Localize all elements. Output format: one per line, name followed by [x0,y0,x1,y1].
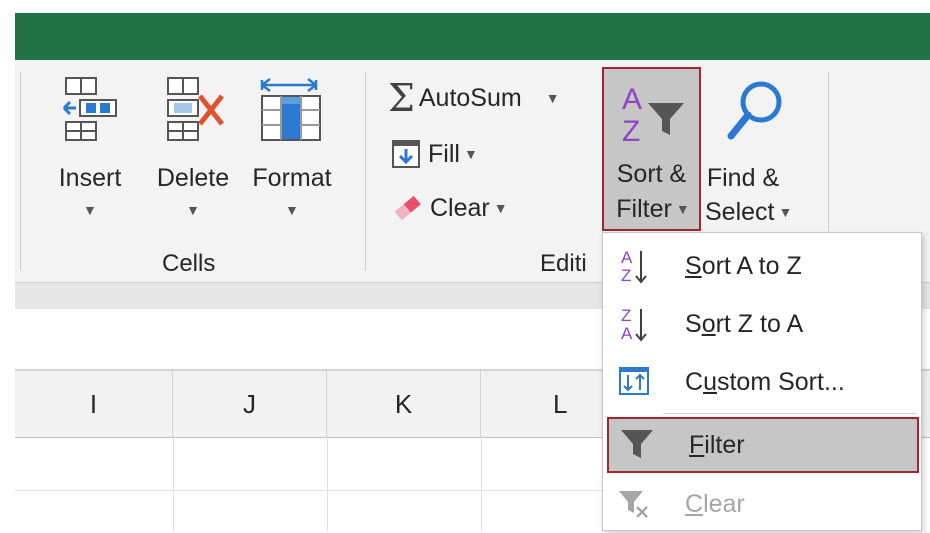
menu-item-label: Sort A to Z [685,251,802,280]
chevron-down-icon: ▼ [83,202,97,218]
insert-button[interactable]: Insert ▼ [48,72,132,232]
group-separator [365,72,366,270]
svg-text:A: A [621,324,633,343]
sort-filter-label-line1: Sort & [616,160,687,188]
fill-label: Fill [428,139,460,168]
eraser-icon [392,193,422,223]
insert-cells-icon [58,74,122,144]
sort-filter-label-line2: Filter [616,195,672,223]
column-header-i[interactable]: I [15,371,173,437]
chevron-down-icon: ▼ [675,201,690,217]
menu-item-filter[interactable]: Filter [607,417,919,473]
filter-icon [609,416,665,474]
sigma-icon: Σ [388,76,415,120]
grid-column-line [327,436,328,531]
find-select-button[interactable]: Find & Select ▼ [703,72,813,232]
svg-text:A: A [622,83,642,116]
find-select-label-row2: Select ▼ [705,197,792,227]
custom-sort-icon [603,353,663,411]
sort-a-to-z-icon: A Z [603,237,663,295]
format-label: Format [252,164,332,192]
grid-column-line [481,436,482,531]
insert-label: Insert [58,164,122,192]
menu-item-label: Clear [685,489,745,518]
cells-group-label: Cells [162,250,216,277]
svg-text:Z: Z [621,306,631,325]
title-bar [15,13,930,60]
column-header-k[interactable]: K [327,371,481,437]
svg-text:A: A [621,248,633,267]
chevron-down-icon: ▼ [778,204,793,220]
fill-button[interactable]: Fill ▼ [392,134,478,174]
menu-item-label: Sort Z to A [685,309,804,338]
svg-text:Z: Z [621,266,631,285]
format-button[interactable]: Format ▼ [244,72,340,232]
format-cells-icon [258,74,328,146]
delete-button[interactable]: Delete ▼ [146,72,240,232]
clear-filter-icon [603,475,663,533]
menu-item-label: Filter [689,430,745,459]
group-separator [20,72,21,270]
menu-item-label: Custom Sort... [685,367,845,396]
sort-filter-label-row2: Filter ▼ [608,194,698,224]
find-select-label-line2: Select [705,198,775,226]
find-select-label-line1: Find & [706,164,780,192]
editing-group-label: Editi [540,250,587,277]
chevron-down-icon: ▼ [463,146,478,162]
fill-down-icon [392,140,420,168]
menu-item-clear[interactable]: Clear [603,475,921,533]
sort-filter-icon: A Z [620,81,686,149]
chevron-down-icon: ▼ [285,202,299,218]
chevron-down-icon: ▼ [545,90,560,106]
menu-item-sort-z-to-a[interactable]: Z A Sort Z to A [603,295,921,353]
svg-text:Z: Z [622,115,640,148]
chevron-down-icon: ▼ [186,202,200,218]
sort-filter-button[interactable]: A Z Sort & Filter ▼ [602,67,701,231]
chevron-down-icon: ▼ [493,200,508,216]
delete-label: Delete [156,164,230,192]
autosum-label: AutoSum [418,83,522,112]
sort-z-to-a-icon: Z A [603,295,663,353]
menu-item-sort-a-to-z[interactable]: A Z Sort A to Z [603,237,921,295]
delete-cells-icon [160,74,230,144]
menu-item-custom-sort[interactable]: Custom Sort... [603,353,921,411]
autosum-button[interactable]: Σ AutoSum ▼ [388,78,560,118]
grid-column-line [173,436,174,531]
clear-button[interactable]: Clear ▼ [392,188,508,228]
magnifier-icon [727,78,787,144]
grid-row-line [15,490,615,491]
column-header-j[interactable]: J [173,371,327,437]
menu-separator [663,413,917,414]
clear-label: Clear [430,193,490,222]
sort-filter-menu: A Z Sort A to Z Z A Sort Z to A Custom S… [602,232,922,531]
